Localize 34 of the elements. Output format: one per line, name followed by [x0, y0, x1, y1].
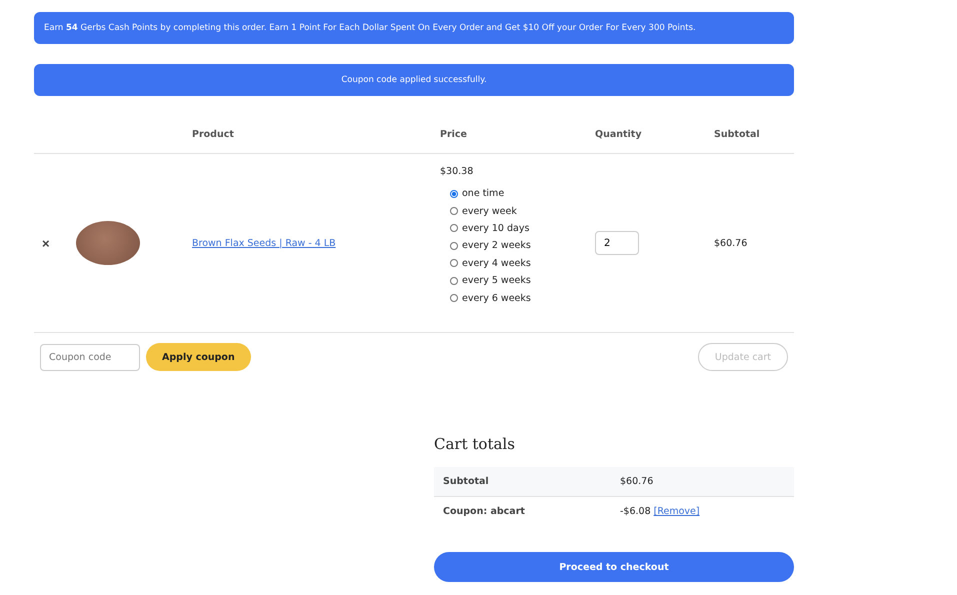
option-label: every 10 days [462, 222, 530, 234]
column-header: Quantity [595, 129, 643, 140]
column-header: Subtotal [714, 129, 761, 140]
option-label: every 4 weeks [462, 258, 531, 269]
subtotal-text: $60.76 [714, 238, 748, 248]
radio-button[interactable] [450, 224, 458, 232]
quantity-input[interactable]: 2 [595, 231, 639, 255]
column-header: Product [192, 129, 235, 140]
cart-totals-heading: Cart totals [434, 435, 516, 453]
apply-coupon-button[interactable]: Apply coupon [146, 343, 251, 371]
option-label: one time [462, 188, 504, 200]
notice-banner: Earn 54 Gerbs Cash Points by completing this order. Earn 1 Point For Each Dollar Spent On Every Order and Get $10 Off your Order For Every 300 Points. [34, 12, 794, 44]
notice-banner: Coupon code applied successfully. [34, 64, 794, 96]
radio-button[interactable] [450, 276, 458, 285]
radio-button[interactable] [450, 190, 458, 198]
option-label: every 2 weeks [462, 240, 531, 252]
radio-button[interactable] [450, 207, 458, 216]
radio-button[interactable] [450, 259, 458, 268]
remove-button[interactable]: × [42, 236, 50, 250]
checkout-button[interactable]: Proceed to checkout [434, 552, 794, 582]
totals-value: -$6.08 [620, 506, 651, 517]
radio-button[interactable] [450, 242, 458, 250]
option-label: every 6 weeks [462, 292, 531, 304]
option-label: every week [462, 206, 517, 217]
price-text: $30.38 [440, 166, 474, 177]
totals-label: Subtotal [443, 476, 489, 487]
product-link[interactable]: Brown Flax Seeds | Raw - 4 LB [192, 238, 336, 248]
radio-button[interactable] [450, 294, 458, 302]
totals-value: $60.76 [620, 476, 654, 487]
column-header: Price [440, 129, 468, 140]
remove-coupon-link[interactable]: [Remove] [654, 506, 700, 517]
totals-label: Coupon: abcart [443, 506, 525, 517]
coupon-input[interactable]: Coupon code [40, 344, 140, 370]
option-label: every 5 weeks [462, 275, 531, 286]
